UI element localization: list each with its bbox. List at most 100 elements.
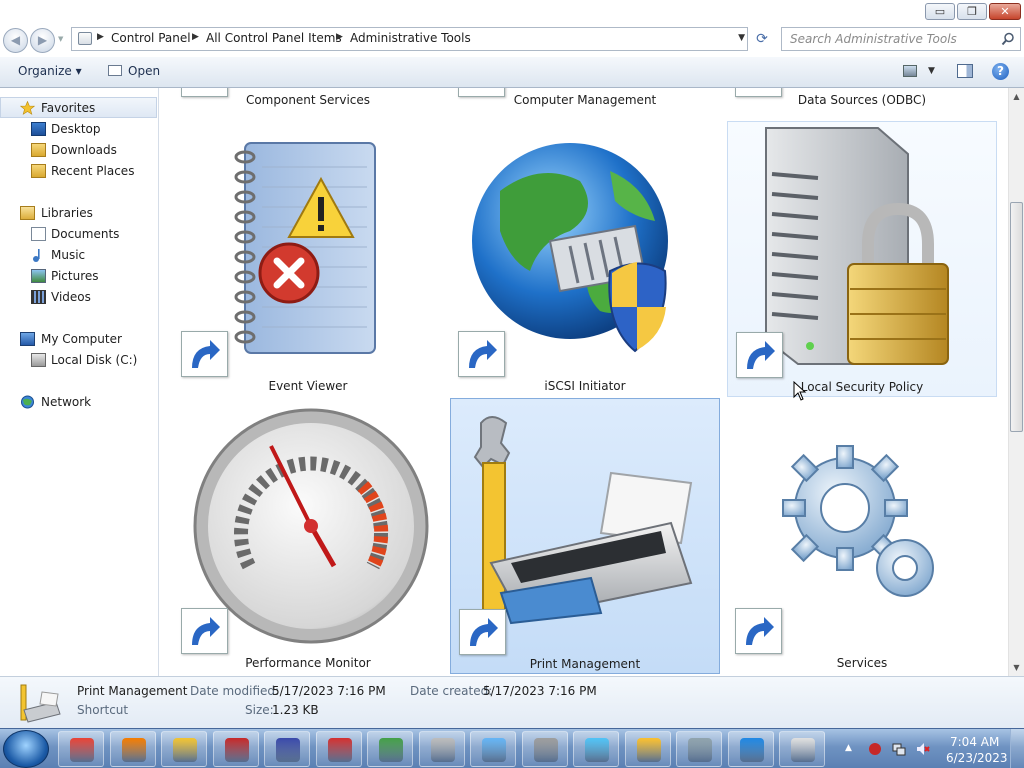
nav-videos[interactable]: Videos bbox=[0, 287, 157, 308]
item-local-security-policy[interactable]: Local Security Policy bbox=[727, 121, 997, 397]
shortcut-arrow-icon bbox=[735, 608, 782, 654]
nav-desktop[interactable]: Desktop bbox=[0, 119, 157, 140]
command-bar: Organize ▾ Open ▼ ? bbox=[0, 57, 1024, 88]
taskbar-mail-button[interactable] bbox=[470, 731, 516, 767]
breadcrumb-separator-icon[interactable]: ▶ bbox=[336, 32, 343, 42]
scrollbar-thumb[interactable] bbox=[1010, 202, 1023, 432]
start-button[interactable] bbox=[3, 730, 49, 768]
taskbar-control-panel-button[interactable] bbox=[573, 731, 619, 767]
nav-label: Music bbox=[51, 248, 86, 262]
nav-label: Downloads bbox=[51, 143, 117, 157]
music-icon bbox=[33, 249, 40, 262]
vertical-scrollbar[interactable]: ▲ ▼ bbox=[1008, 88, 1024, 676]
item-performance-monitor[interactable]: Performance Monitor bbox=[173, 398, 443, 674]
change-view-icon[interactable] bbox=[903, 65, 917, 77]
open-label: Open bbox=[128, 64, 161, 78]
view-options-arrow-icon[interactable]: ▼ bbox=[928, 66, 935, 76]
address-bar[interactable]: ▶ Control Panel ▶ All Control Panel Item… bbox=[71, 27, 748, 51]
taskbar-network-shield-button[interactable] bbox=[727, 731, 774, 767]
control-panel-icon bbox=[78, 32, 92, 45]
nav-local-disk[interactable]: Local Disk (C:) bbox=[0, 350, 157, 371]
taskbar-calculator-button[interactable] bbox=[521, 731, 568, 767]
item-computer-management[interactable]: Computer Management bbox=[450, 88, 720, 109]
refresh-icon[interactable]: ⟳ bbox=[750, 30, 774, 50]
shortcut-arrow-icon bbox=[736, 332, 783, 378]
close-button[interactable]: ✕ bbox=[989, 3, 1021, 20]
taskbar-recorder-button[interactable] bbox=[315, 731, 362, 767]
item-label: Event Viewer bbox=[268, 379, 348, 393]
local-security-policy-icon bbox=[765, 127, 949, 365]
item-component-services[interactable]: Component Services bbox=[173, 88, 443, 109]
taskbar-chrome-button[interactable] bbox=[58, 731, 104, 767]
tray-shield-icon[interactable] bbox=[868, 742, 882, 756]
nav-libraries[interactable]: Libraries bbox=[0, 203, 157, 224]
taskbar-app-green-button[interactable] bbox=[367, 731, 413, 767]
item-label: Services bbox=[836, 656, 888, 670]
item-print-management[interactable]: Print Management bbox=[450, 398, 720, 674]
taskbar-computer-button[interactable] bbox=[676, 731, 722, 767]
nav-music[interactable]: Music bbox=[0, 245, 157, 266]
app-yellow-icon bbox=[636, 738, 661, 762]
taskbar-app-red-button[interactable] bbox=[212, 731, 259, 767]
show-hidden-icons-icon[interactable]: ▲ bbox=[845, 743, 852, 753]
details-created-label: Date created: bbox=[410, 684, 493, 698]
taskbar-firefox-button[interactable] bbox=[109, 731, 156, 767]
nav-label: Recent Places bbox=[51, 164, 135, 178]
item-services[interactable]: Services bbox=[727, 398, 997, 674]
nav-recent-places[interactable]: Recent Places bbox=[0, 161, 157, 182]
breadcrumb-all-items[interactable]: All Control Panel Items bbox=[206, 31, 342, 45]
breadcrumb-separator-icon[interactable]: ▶ bbox=[97, 32, 104, 42]
desktop-icon bbox=[31, 122, 46, 136]
scroll-up-icon[interactable]: ▲ bbox=[1009, 88, 1024, 105]
item-data-sources-odbc[interactable]: Data Sources (ODBC) bbox=[727, 88, 997, 109]
shortcut-arrow-icon bbox=[181, 608, 228, 654]
address-dropdown-icon[interactable]: ▼ bbox=[738, 33, 745, 43]
organize-button[interactable]: Organize ▾ bbox=[18, 64, 82, 78]
breadcrumb-control-panel[interactable]: Control Panel bbox=[111, 31, 191, 45]
taskbar-explorer-button[interactable] bbox=[161, 731, 207, 767]
nav-label: Pictures bbox=[51, 269, 99, 283]
control-panel-icon bbox=[585, 738, 609, 762]
clock-date[interactable]: 6/23/2023 bbox=[946, 751, 1008, 765]
tray-volume-muted-icon[interactable] bbox=[916, 742, 930, 756]
nav-favorites[interactable]: Favorites bbox=[0, 97, 157, 118]
item-event-viewer[interactable]: Event Viewer bbox=[173, 121, 443, 397]
shortcut-arrow-icon bbox=[181, 331, 228, 377]
taskbar-printer-button[interactable] bbox=[418, 731, 465, 767]
back-button[interactable]: ◀ bbox=[3, 28, 28, 53]
item-iscsi-initiator[interactable]: iSCSI Initiator bbox=[450, 121, 720, 397]
app-green-icon bbox=[379, 738, 403, 762]
maximize-button[interactable]: ❐ bbox=[957, 3, 987, 20]
tray-network-icon[interactable] bbox=[892, 742, 906, 756]
breadcrumb-separator-icon[interactable]: ▶ bbox=[192, 32, 199, 42]
open-button[interactable]: Open bbox=[108, 64, 160, 78]
nav-downloads[interactable]: Downloads bbox=[0, 140, 157, 161]
forward-button[interactable]: ▶ bbox=[30, 28, 55, 53]
minimize-button[interactable]: ▭ bbox=[925, 3, 955, 20]
nav-label: Network bbox=[41, 395, 92, 409]
nav-label: Favorites bbox=[41, 101, 96, 115]
nav-pictures[interactable]: Pictures bbox=[0, 266, 157, 287]
taskbar-battery-button[interactable] bbox=[779, 731, 825, 767]
details-size-label: Size: bbox=[245, 703, 274, 717]
navigation-pane: Favorites Desktop Downloads Recent Place… bbox=[0, 88, 159, 676]
file-list: Component Services Computer Management D… bbox=[160, 88, 1008, 676]
show-desktop-button[interactable] bbox=[1010, 729, 1024, 768]
clock-time[interactable]: 7:04 AM bbox=[950, 735, 999, 749]
calculator-icon bbox=[533, 738, 558, 762]
search-input[interactable]: Search Administrative Tools bbox=[781, 27, 1021, 51]
nav-network[interactable]: Network bbox=[0, 392, 157, 413]
help-icon[interactable]: ? bbox=[992, 63, 1009, 80]
nav-label: Libraries bbox=[41, 206, 93, 220]
nav-documents[interactable]: Documents bbox=[0, 224, 157, 245]
preview-pane-icon[interactable] bbox=[957, 64, 973, 78]
mouse-cursor-icon bbox=[793, 381, 807, 401]
search-icon[interactable] bbox=[1001, 32, 1015, 46]
scroll-down-icon[interactable]: ▼ bbox=[1009, 659, 1024, 676]
taskbar-app-yellow-button[interactable] bbox=[624, 731, 671, 767]
recent-pages-arrow-icon[interactable]: ▼ bbox=[58, 35, 63, 43]
taskbar-app-blue-button[interactable] bbox=[264, 731, 310, 767]
breadcrumb-administrative-tools[interactable]: Administrative Tools bbox=[350, 31, 471, 45]
nav-my-computer[interactable]: My Computer bbox=[0, 329, 157, 350]
search-placeholder: Search Administrative Tools bbox=[790, 32, 957, 46]
